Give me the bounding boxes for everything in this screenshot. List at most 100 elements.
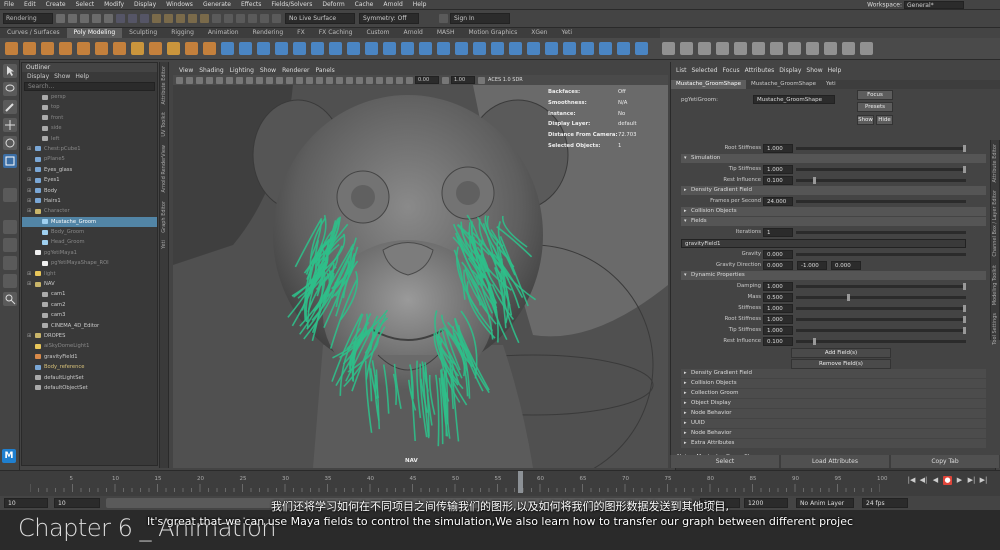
shelf-tab-poly-modeling[interactable]: Poly Modeling xyxy=(66,28,123,38)
outliner-item[interactable]: cam2 xyxy=(22,300,157,310)
menu-windows[interactable]: Windows xyxy=(166,1,193,8)
layout-side-icon[interactable] xyxy=(3,256,17,270)
outliner-item[interactable]: pgYetiMayaShape_ROI xyxy=(22,258,157,268)
grid-icon[interactable] xyxy=(216,76,223,84)
expanded-arrow-icon[interactable]: ▾ xyxy=(684,154,687,163)
shelf-tool-46-icon[interactable] xyxy=(824,42,837,55)
ae-section-header[interactable]: ▾ Simulation xyxy=(681,154,986,163)
outliner-item[interactable]: top xyxy=(22,102,157,112)
shadows-icon[interactable] xyxy=(326,76,333,84)
shelf-tool-27-icon[interactable] xyxy=(473,42,486,55)
expand-toggle-icon[interactable]: ⊞ xyxy=(27,165,31,175)
snap-view-icon[interactable] xyxy=(188,14,197,23)
shelf-tab-mash[interactable]: MASH xyxy=(430,28,462,38)
show-button[interactable]: Show xyxy=(857,115,874,125)
shelf-tool-30-icon[interactable] xyxy=(527,42,540,55)
ao-icon[interactable] xyxy=(336,76,343,84)
side-tab-attribute-editor[interactable]: Attribute Editor xyxy=(160,62,168,108)
move-tool-icon[interactable] xyxy=(3,118,17,132)
ae-slider[interactable] xyxy=(796,200,966,203)
ae-menu-show[interactable]: Show xyxy=(806,62,822,80)
outliner-item[interactable]: ⊞ NAV xyxy=(22,279,157,289)
shelf-tab-yeti[interactable]: Yeti xyxy=(554,28,579,38)
shelf-tool-37-icon[interactable] xyxy=(662,42,675,55)
magnet-icon[interactable] xyxy=(272,14,281,23)
textured-icon[interactable] xyxy=(306,76,313,84)
side-tab-graph-editor[interactable]: Graph Editor xyxy=(160,197,168,237)
shelf-tool-38-icon[interactable] xyxy=(680,42,693,55)
bookmark-icon[interactable] xyxy=(196,76,203,84)
shelf-tool-9-icon[interactable] xyxy=(149,42,162,55)
menu-create[interactable]: Create xyxy=(46,1,66,8)
outliner-item[interactable]: cam3 xyxy=(22,310,157,320)
outliner-item[interactable]: front xyxy=(22,113,157,123)
shelf-tool-19-icon[interactable] xyxy=(329,42,342,55)
collapsed-arrow-icon[interactable]: ▸ xyxy=(684,186,687,195)
shelf-tab-rigging[interactable]: Rigging xyxy=(164,28,201,38)
sign-in-button[interactable]: Sign In xyxy=(450,13,510,24)
ae-slider[interactable] xyxy=(796,145,966,152)
shelf-tool-3-icon[interactable] xyxy=(41,42,54,55)
ae-slider[interactable] xyxy=(796,338,966,345)
ae-section-header[interactable]: ▸ Density Gradient Field xyxy=(681,186,986,195)
outliner-item[interactable]: cam1 xyxy=(22,289,157,299)
shelf-tab-fx[interactable]: FX xyxy=(290,28,312,38)
ae-field-item[interactable]: gravityField1 xyxy=(681,239,966,248)
ae-slider-knob[interactable] xyxy=(962,327,966,334)
expand-toggle-icon[interactable]: ⊞ xyxy=(27,175,31,185)
shelf-tool-21-icon[interactable] xyxy=(365,42,378,55)
shelf-tool-40-icon[interactable] xyxy=(716,42,729,55)
ae-menu-focus[interactable]: Focus xyxy=(723,62,740,80)
ae-copy-tab-button[interactable]: Copy Tab xyxy=(891,455,999,468)
shelf-tool-13-icon[interactable] xyxy=(221,42,234,55)
record-icon[interactable]: ● xyxy=(943,476,952,485)
ae-value-field[interactable]: 0.500 xyxy=(763,293,793,302)
presets-button[interactable]: Presets xyxy=(857,102,893,112)
ae-slider-knob[interactable] xyxy=(962,283,966,290)
open-scene-icon[interactable] xyxy=(68,14,77,23)
menu-cache[interactable]: Cache xyxy=(355,1,374,8)
shelf-tool-2-icon[interactable] xyxy=(23,42,36,55)
ae-value-field[interactable]: 1.000 xyxy=(763,326,793,335)
ae-value-field[interactable]: 1.000 xyxy=(763,315,793,324)
ae-section-header[interactable]: ▾ Fields xyxy=(681,217,986,226)
collapsed-arrow-icon[interactable]: ▸ xyxy=(684,429,687,438)
ae-value-field[interactable]: 1.000 xyxy=(763,144,793,153)
shelf-tool-18-icon[interactable] xyxy=(311,42,324,55)
ae-slider-knob[interactable] xyxy=(813,177,816,184)
collapsed-arrow-icon[interactable]: ▸ xyxy=(684,439,687,448)
shelf-tool-23-icon[interactable] xyxy=(401,42,414,55)
ae-slider[interactable] xyxy=(796,253,966,256)
shelf-tool-14-icon[interactable] xyxy=(239,42,252,55)
ae-menu-selected[interactable]: Selected xyxy=(692,62,718,80)
render-icon[interactable] xyxy=(224,14,233,23)
viewport-menu-view[interactable]: View xyxy=(179,67,193,74)
shelf-tool-24-icon[interactable] xyxy=(419,42,432,55)
viewport-menu-renderer[interactable]: Renderer xyxy=(282,67,309,74)
ae-section-header[interactable]: ▸ Object Display xyxy=(681,399,986,408)
shelf-tool-17-icon[interactable] xyxy=(293,42,306,55)
remove-field-button[interactable]: Remove Field(s) xyxy=(791,359,891,369)
outliner-item[interactable]: pgYetiMaya1 xyxy=(22,248,157,258)
ae-value-field[interactable]: 24.000 xyxy=(763,197,793,206)
focus-button[interactable]: Focus xyxy=(857,90,893,100)
lasso-tool-icon[interactable] xyxy=(3,82,17,96)
film-gate-icon[interactable] xyxy=(226,76,233,84)
ae-section-header[interactable]: ▸ Density Gradient Field xyxy=(681,369,986,378)
right-tab-tool-settings[interactable]: Tool Settings xyxy=(991,309,999,349)
snap-grid-icon[interactable] xyxy=(152,14,161,23)
side-tab-uv-toolkit[interactable]: UV Toolkit xyxy=(160,108,168,141)
shelf-tool-35-icon[interactable] xyxy=(617,42,630,55)
collapsed-arrow-icon[interactable]: ▸ xyxy=(684,399,687,408)
ae-section-header[interactable]: ▸ Collection Groom xyxy=(681,389,986,398)
shelf-tool-44-icon[interactable] xyxy=(788,42,801,55)
shelf-tool-47-icon[interactable] xyxy=(842,42,855,55)
menu-arnold[interactable]: Arnold xyxy=(383,1,402,8)
ae-slider[interactable] xyxy=(796,166,966,173)
image-plane-icon[interactable] xyxy=(206,76,213,84)
outliner-item[interactable]: Head_Groom xyxy=(22,237,157,247)
exposure-field[interactable]: 0.00 xyxy=(415,76,439,84)
redo-icon[interactable] xyxy=(104,14,113,23)
shelf-tool-26-icon[interactable] xyxy=(455,42,468,55)
outliner-item[interactable]: aiSkyDomeLight1 xyxy=(22,341,157,351)
